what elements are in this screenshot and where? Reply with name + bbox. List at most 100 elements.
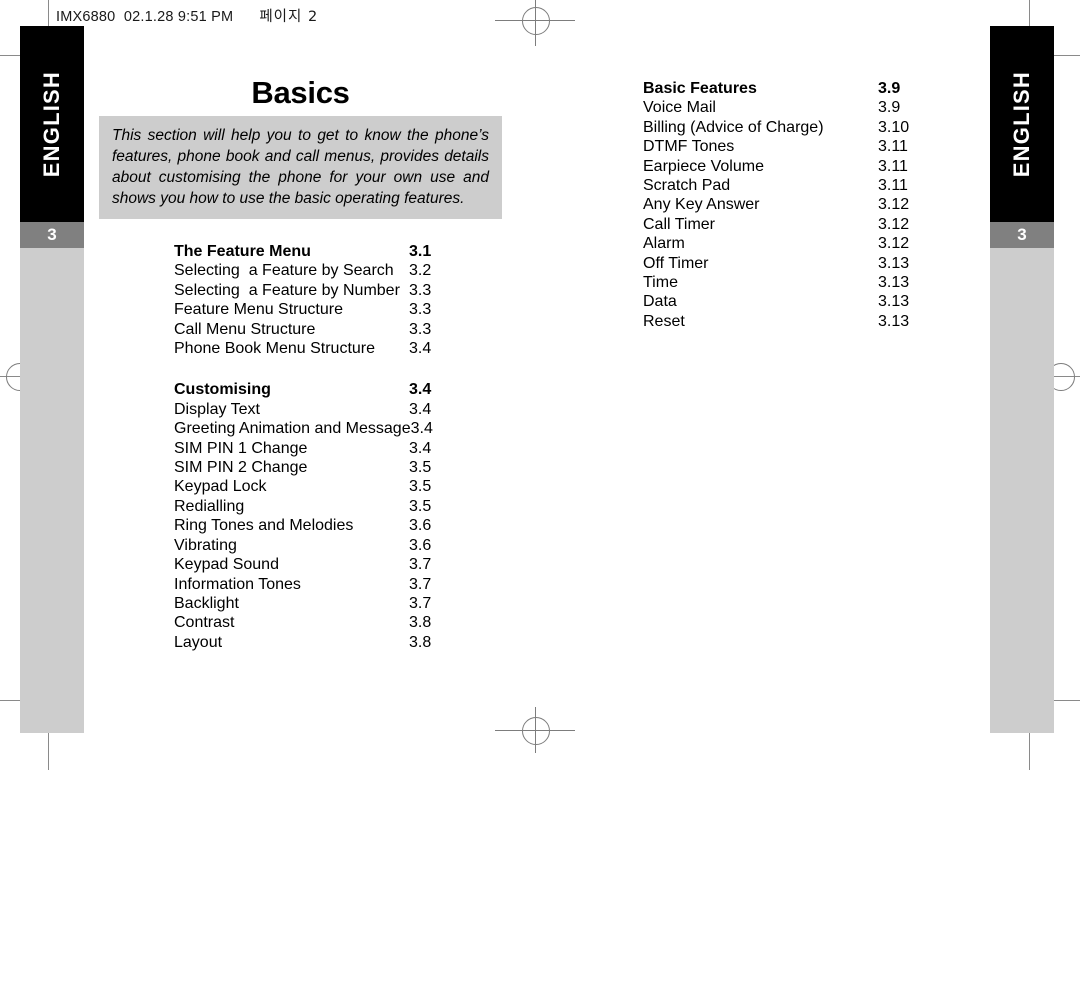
toc-entry-page: 3.10: [878, 118, 910, 136]
toc-entry-title: Earpiece Volume: [643, 157, 764, 175]
toc-section-heading-title: Basic Features: [643, 80, 757, 97]
toc-entry[interactable]: Feature Menu Structure 3.3: [174, 300, 474, 319]
page-panel-right: [990, 248, 1054, 733]
toc-entry-page: 3.13: [878, 312, 910, 330]
toc-section-heading-page: 3.1: [409, 243, 432, 260]
toc-column-right: Basic Features 3.9 Voice Mail 3.9 Billing (A…: [643, 79, 943, 331]
toc-entry-title: Contrast: [174, 614, 235, 632]
toc-entry[interactable]: Greeting Animation and Message 3.4: [174, 419, 474, 438]
side-tab-left-label: ENGLISH: [39, 70, 64, 178]
toc-entry-title: Keypad Lock: [174, 478, 267, 496]
toc-entry[interactable]: Call Timer 3.12: [643, 215, 943, 234]
toc-entry[interactable]: Selecting a Feature by Number 3.3: [174, 281, 474, 300]
toc-entry[interactable]: Earpiece Volume 3.11: [643, 157, 943, 176]
toc-entry-page: 3.9: [878, 99, 901, 117]
toc-entry-title: Reset: [643, 312, 685, 330]
toc-entry-title: Time: [643, 274, 678, 292]
toc-entry[interactable]: Scratch Pad 3.11: [643, 176, 943, 195]
toc-entry[interactable]: Phone Book Menu Structure 3.4: [174, 339, 474, 358]
toc-entry-page: 3.2: [409, 262, 432, 280]
toc-entry-title: Greeting Animation and Message: [174, 420, 411, 438]
toc-entry[interactable]: DTMF Tones 3.11: [643, 137, 943, 156]
scan-header-page-label: 페이지 2: [259, 9, 319, 25]
toc-entry-page: 3.7: [409, 594, 432, 612]
toc-entry[interactable]: Backlight 3.7: [174, 594, 474, 613]
toc-section-heading-page: 3.4: [409, 381, 432, 399]
toc-entry-title: Scratch Pad: [643, 177, 731, 195]
toc-section-heading[interactable]: The Feature Menu 3.1: [174, 242, 474, 261]
toc-column-left: The Feature Menu 3.1 Selecting a Feature b…: [174, 242, 474, 652]
intro-paragraph: This section will help you to get to kno…: [112, 127, 489, 207]
toc-entry-page: 3.5: [409, 459, 432, 477]
toc-entry[interactable]: Vibrating 3.6: [174, 536, 474, 555]
toc-entry[interactable]: Information Tones 3.7: [174, 575, 474, 594]
toc-entry[interactable]: Call Menu Structure 3.3: [174, 320, 474, 339]
toc-entry-title: Any Key Answer: [643, 196, 760, 214]
toc-entry-page: 3.11: [878, 157, 908, 175]
registration-crosshair-bottom-vertical: [535, 707, 536, 753]
page-panel-left: [20, 248, 84, 733]
toc-entry-title: Phone Book Menu Structure: [174, 340, 376, 358]
toc-entry-page: 3.6: [409, 517, 432, 535]
toc-section: Customising 3.4 Display Text 3.4 Greeting An…: [174, 380, 474, 652]
side-tab-left-number: 3: [20, 222, 84, 248]
toc-entry[interactable]: Reset 3.13: [643, 312, 943, 331]
toc-section-heading[interactable]: Customising 3.4: [174, 380, 474, 399]
toc-entry[interactable]: Layout 3.8: [174, 633, 474, 652]
toc-entry[interactable]: Ring Tones and Melodies 3.6: [174, 516, 474, 535]
toc-entry-title: Redialling: [174, 497, 245, 515]
toc-entry[interactable]: Time 3.13: [643, 273, 943, 292]
toc-entry[interactable]: Off Timer 3.13: [643, 254, 943, 273]
toc-entry-page: 3.3: [409, 281, 432, 299]
toc-entry[interactable]: Data 3.13: [643, 292, 943, 311]
registration-crosshair-top-vertical: [535, 0, 536, 46]
toc-entry-title: Billing (Advice of Charge): [643, 118, 824, 136]
toc-entry[interactable]: Voice Mail 3.9: [643, 98, 943, 117]
toc-section-heading-title: Customising: [174, 381, 271, 399]
toc-entry-title: Selecting a Feature by Search: [174, 262, 394, 280]
toc-entry-title: Data: [643, 293, 677, 311]
toc-entry-page: 3.5: [409, 497, 432, 515]
toc-entry-page: 3.8: [409, 633, 432, 651]
toc-section-heading[interactable]: Basic Features 3.9: [643, 79, 943, 98]
toc-entry-title: Off Timer: [643, 254, 709, 272]
toc-entry-page: 3.13: [878, 274, 910, 292]
toc-entry[interactable]: Redialling 3.5: [174, 497, 474, 516]
document-page: IMX6880 02.1.28 9:51 PM 페이지 2 ENGLISH 3 E…: [0, 0, 1080, 993]
toc-entry-page: 3.7: [409, 556, 432, 574]
toc-entry-page: 3.4: [409, 400, 432, 418]
toc-entry-title: Vibrating: [174, 536, 237, 554]
toc-entry[interactable]: SIM PIN 1 Change 3.4: [174, 439, 474, 458]
toc-entry[interactable]: Display Text 3.4: [174, 400, 474, 419]
toc-entry-title: Backlight: [174, 594, 239, 612]
toc-entry-title: SIM PIN 1 Change: [174, 439, 308, 457]
toc-entry-title: Call Menu Structure: [174, 320, 316, 338]
toc-entry-page: 3.11: [878, 177, 908, 195]
toc-entry-title: Voice Mail: [643, 99, 716, 117]
toc-entry[interactable]: SIM PIN 2 Change 3.5: [174, 458, 474, 477]
toc-entry-page: 3.7: [409, 575, 432, 593]
toc-section: The Feature Menu 3.1 Selecting a Feature b…: [174, 242, 474, 358]
toc-entry[interactable]: Contrast 3.8: [174, 613, 474, 632]
toc-entry-page: 3.12: [878, 196, 910, 214]
toc-entry-title: Display Text: [174, 400, 260, 418]
toc-entry[interactable]: Selecting a Feature by Search 3.2: [174, 261, 474, 280]
scan-header: IMX6880 02.1.28 9:51 PM 페이지 2: [56, 5, 318, 26]
toc-entry[interactable]: Billing (Advice of Charge) 3.10: [643, 118, 943, 137]
toc-entry-page: 3.4: [409, 439, 432, 457]
side-tab-left-number-text: 3: [47, 225, 57, 244]
toc-entry-page: 3.11: [878, 138, 908, 156]
toc-entry-title: SIM PIN 2 Change: [174, 459, 308, 477]
toc-entry[interactable]: Alarm 3.12: [643, 234, 943, 253]
toc-section-heading-page: 3.9: [878, 80, 901, 97]
toc-entry-page: 3.13: [878, 254, 910, 272]
toc-entry-page: 3.8: [409, 614, 432, 632]
registration-mark-top-center: [522, 7, 550, 35]
toc-entry-page: 3.3: [409, 320, 432, 338]
toc-entry[interactable]: Any Key Answer 3.12: [643, 195, 943, 214]
toc-entry[interactable]: Keypad Sound 3.7: [174, 555, 474, 574]
toc-entry-title: Keypad Sound: [174, 556, 279, 574]
toc-entry[interactable]: Keypad Lock 3.5: [174, 477, 474, 496]
registration-mark-bottom-center: [522, 717, 550, 745]
toc-entry-title: Feature Menu Structure: [174, 301, 343, 319]
